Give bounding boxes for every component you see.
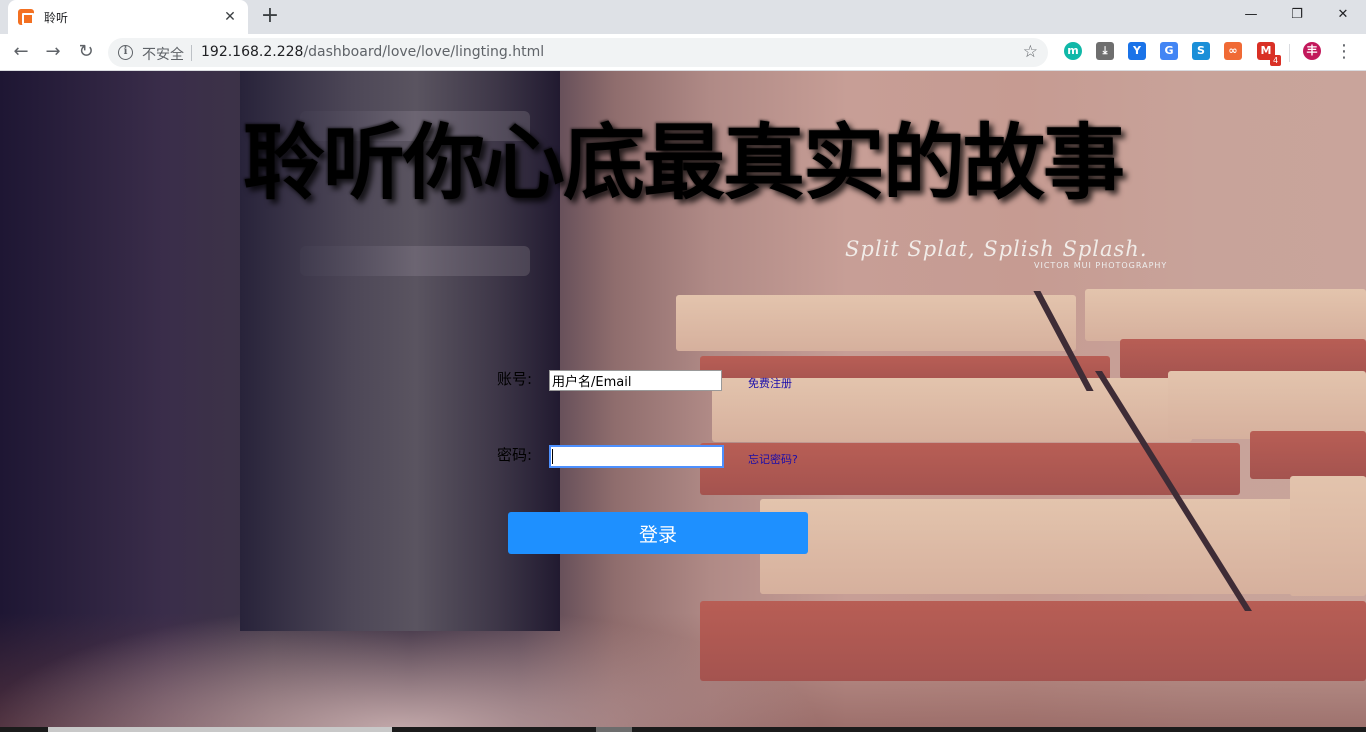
y-extension-icon[interactable]: Y (1128, 42, 1146, 60)
m-extension-icon[interactable]: m (1064, 42, 1082, 60)
bg-brick (700, 601, 1366, 681)
close-window-button[interactable]: ✕ (1320, 4, 1366, 26)
translate-extension-icon[interactable]: G (1160, 42, 1178, 60)
photo-credit: VICTOR MUI PHOTOGRAPHY (1034, 261, 1168, 270)
back-button[interactable]: ← (9, 40, 33, 64)
profile-avatar[interactable]: 丰 (1303, 42, 1321, 60)
xampp-favicon-icon (18, 9, 34, 25)
bg-brick (1085, 289, 1366, 341)
password-label: 密码: (497, 446, 533, 464)
login-button[interactable]: 登录 (508, 512, 808, 554)
bg-brick (760, 499, 1320, 594)
site-info-icon[interactable]: i (118, 45, 133, 60)
infinity-extension-icon[interactable]: ∞ (1224, 42, 1242, 60)
active-tab[interactable]: 聆听 ✕ (8, 0, 248, 34)
url-path: /dashboard/love/love/lingting.html (303, 44, 545, 60)
scrollbar-thumb-secondary[interactable] (596, 727, 632, 732)
account-label: 账号: (497, 370, 533, 388)
bookmark-star-icon[interactable]: ☆ (1023, 42, 1038, 62)
bg-brick (676, 295, 1076, 351)
security-label[interactable]: 不安全 (142, 44, 184, 64)
browser-menu-icon[interactable]: ⋮ (1334, 40, 1354, 64)
photo-caption: Split Splat, Splish Splash. (845, 237, 1148, 261)
new-tab-button[interactable]: + (258, 5, 282, 29)
forgot-password-link[interactable]: 忘记密码? (748, 451, 798, 467)
mail-count-badge: 4 (1270, 55, 1281, 66)
restore-button[interactable]: ❐ (1274, 4, 1320, 26)
forward-button[interactable]: → (41, 40, 65, 64)
tab-close-icon[interactable]: ✕ (222, 9, 238, 25)
scrollbar-thumb[interactable] (48, 727, 392, 732)
bg-brick (1168, 371, 1366, 439)
minimize-button[interactable]: — (1228, 4, 1274, 26)
toolbar-divider (1289, 44, 1290, 62)
s-extension-icon[interactable]: S (1192, 42, 1210, 60)
register-link[interactable]: 免费注册 (748, 375, 792, 391)
download-extension-icon[interactable]: ⤓ (1096, 42, 1114, 60)
reload-button[interactable]: ↻ (74, 40, 98, 64)
tab-title: 聆听 (44, 10, 69, 25)
url-host: 192.168.2.228 (201, 44, 304, 60)
password-input[interactable] (550, 446, 723, 467)
browser-toolbar: ← → ↻ i 不安全 192.168.2.228/dashboard/love… (0, 34, 1366, 71)
account-input[interactable] (549, 370, 722, 391)
bg-brick (1250, 431, 1366, 479)
text-caret (552, 449, 553, 464)
url-text[interactable]: 192.168.2.228/dashboard/love/love/lingti… (201, 44, 544, 60)
address-bar[interactable]: i 不安全 192.168.2.228/dashboard/love/love/… (108, 38, 1048, 67)
tab-strip: 聆听 ✕ + — ❐ ✕ (0, 0, 1366, 34)
omnibox-divider (191, 45, 192, 61)
bg-brick (1290, 476, 1366, 596)
bg-pillar-band (300, 246, 530, 276)
page-title: 聆听你心底最真实的故事 (242, 116, 1125, 211)
